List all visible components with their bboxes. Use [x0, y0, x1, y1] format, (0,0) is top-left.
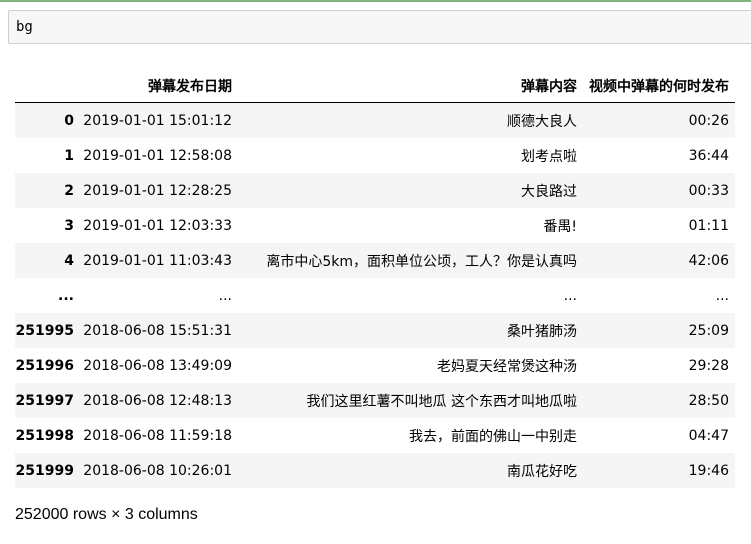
cell-content: 离市中心5km，面积单位公顷，工人？你是认真吗	[266, 253, 577, 270]
cell-content: 南瓜花好吃	[507, 463, 577, 480]
table-header: 弹幕发布日期 弹幕内容 视频中弹幕的何时发布	[15, 70, 735, 103]
header-index	[15, 70, 80, 103]
row-index: 1	[64, 147, 74, 164]
cell-focus-bar	[0, 0, 751, 2]
table-row: 0 2019-01-01 15:01:12 顺德大良人 00:26	[15, 102, 735, 138]
code-cell-input[interactable]: bg	[8, 10, 751, 44]
table-row: 251998 2018-06-08 11:59:18 我去，前面的佛山一中别走 …	[15, 418, 735, 453]
table-row: 251999 2018-06-08 10:26:01 南瓜花好吃 19:46	[15, 453, 735, 488]
cell-time: 36:44	[688, 147, 729, 164]
cell-date: 2019-01-01 11:03:43	[83, 252, 232, 269]
cell-time: 00:26	[688, 112, 729, 129]
cell-content: 桑叶猪肺汤	[507, 323, 577, 340]
table-row: 251997 2018-06-08 12:48:13 我们这里红薯不叫地瓜 这个…	[15, 383, 735, 418]
header-row: 弹幕发布日期 弹幕内容 视频中弹幕的何时发布	[15, 70, 735, 103]
cell-date: 2019-01-01 12:28:25	[83, 182, 232, 199]
row-index: 251997	[15, 392, 74, 409]
table-row: 1 2019-01-01 12:58:08 划考点啦 36:44	[15, 138, 735, 173]
header-time: 视频中弹幕的何时发布	[583, 70, 735, 103]
table-row-ellipsis: ... ... ... ...	[15, 278, 735, 313]
cell-time: 19:46	[688, 462, 729, 479]
cell-date: 2018-06-08 11:59:18	[83, 427, 232, 444]
dataframe-output: 弹幕发布日期 弹幕内容 视频中弹幕的何时发布 0 2019-01-01 15:0…	[15, 70, 735, 488]
row-index: 251996	[15, 357, 74, 374]
dataframe-table: 弹幕发布日期 弹幕内容 视频中弹幕的何时发布 0 2019-01-01 15:0…	[15, 70, 735, 488]
cell-time: 25:09	[688, 322, 729, 339]
cell-time: 42:06	[688, 252, 729, 269]
header-content: 弹幕内容	[238, 70, 583, 103]
cell-time: 29:28	[688, 357, 729, 374]
cell-date: 2018-06-08 10:26:01	[83, 462, 232, 479]
cell-content: 番禺!	[543, 218, 577, 235]
row-index: 251998	[15, 427, 74, 444]
cell-date: 2018-06-08 12:48:13	[83, 392, 232, 409]
cell-time: 28:50	[688, 392, 729, 409]
cell-date: 2019-01-01 12:03:33	[83, 217, 232, 234]
code-text[interactable]: bg	[16, 19, 33, 35]
cell-date: 2019-01-01 12:58:08	[83, 147, 232, 164]
cell-content: ...	[563, 287, 577, 304]
cell-content: 我们这里红薯不叫地瓜 这个东西才叫地瓜啦	[306, 393, 577, 410]
row-index: 251995	[15, 322, 74, 339]
cell-content: 划考点啦	[521, 148, 577, 165]
table-row: 2 2019-01-01 12:28:25 大良路过 00:33	[15, 173, 735, 208]
dataframe-shape-caption: 252000 rows × 3 columns	[15, 506, 198, 523]
row-index: 3	[64, 217, 74, 234]
cell-date: 2019-01-01 15:01:12	[83, 112, 232, 129]
cell-time: 01:11	[688, 217, 729, 234]
cell-date: ...	[218, 287, 232, 304]
table-row: 251996 2018-06-08 13:49:09 老妈夏天经常煲这种汤 29…	[15, 348, 735, 383]
row-index: 2	[64, 182, 74, 199]
table-row: 251995 2018-06-08 15:51:31 桑叶猪肺汤 25:09	[15, 313, 735, 348]
cell-content: 大良路过	[521, 183, 577, 200]
cell-time: ...	[715, 287, 729, 304]
table-row: 4 2019-01-01 11:03:43 离市中心5km，面积单位公顷，工人？…	[15, 243, 735, 278]
cell-date: 2018-06-08 13:49:09	[83, 357, 232, 374]
cell-time: 00:33	[688, 182, 729, 199]
row-index: 251999	[15, 462, 74, 479]
table-row: 3 2019-01-01 12:03:33 番禺! 01:11	[15, 208, 735, 243]
row-index: 4	[64, 252, 74, 269]
row-index: 0	[64, 112, 74, 129]
cell-content: 顺德大良人	[507, 113, 577, 130]
cell-time: 04:47	[688, 427, 729, 444]
row-index: ...	[58, 287, 74, 304]
header-date: 弹幕发布日期	[80, 70, 238, 103]
cell-content: 我去，前面的佛山一中别走	[409, 428, 577, 445]
cell-content: 老妈夏天经常煲这种汤	[437, 358, 577, 375]
cell-date: 2018-06-08 15:51:31	[83, 322, 232, 339]
table-body: 0 2019-01-01 15:01:12 顺德大良人 00:26 1 2019…	[15, 102, 735, 488]
